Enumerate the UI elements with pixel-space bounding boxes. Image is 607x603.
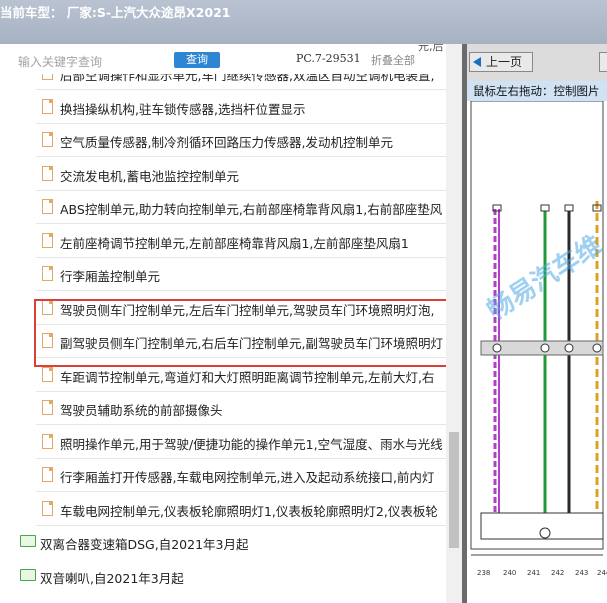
folder-icon: [20, 568, 36, 581]
wiring-diagram[interactable]: 238240241242243244 畅易汽车维: [467, 100, 607, 603]
tree-item-label: 车载电网控制单元,仪表板轮廓照明灯1,仪表板轮廓照明灯2,仪表板轮: [60, 503, 438, 519]
document-icon: [42, 165, 53, 181]
tree-item-label: 空气质量传感器,制冷剂循环回路压力传感器,发动机控制单元: [60, 135, 393, 150]
document-icon: [42, 366, 53, 382]
document-icon: [42, 400, 53, 415]
column-number: 241: [527, 569, 540, 577]
column-number: 244: [597, 569, 607, 577]
tree-item[interactable]: 空气质量传感器,制冷剂循环回路压力传感器,发动机控制单元: [0, 124, 446, 157]
next-page-button[interactable]: [599, 52, 607, 72]
document-icon: [42, 433, 53, 449]
prev-page-label: 上一页: [486, 55, 523, 69]
tree-item-label: 行李厢盖打开传感器,车载电网控制单元,进入及起动系统接口,前内灯: [60, 470, 435, 485]
prev-page-button[interactable]: 上一页: [469, 52, 533, 72]
tree-item-label: 驾驶员辅助系统的前部摄像头: [60, 403, 223, 418]
document-icon: [42, 232, 53, 248]
doc-code: PC.7-29531: [296, 52, 361, 65]
tree-item[interactable]: 照明操作单元,用于驾驶/便捷功能的操作单元1,空气湿度、雨水与光线: [0, 426, 446, 459]
tree-item-label: 照明操作单元,用于驾驶/便捷功能的操作单元1,空气湿度、雨水与光线: [60, 436, 443, 452]
connector-terminal: [540, 343, 550, 353]
search-input[interactable]: 输入关键字查询: [18, 53, 102, 70]
document-icon: [42, 266, 53, 281]
tree-item-label: 双离合器变速箱DSG,自2021年3月起: [40, 537, 249, 552]
document-icon: [42, 199, 53, 214]
diagram-frame: [470, 100, 604, 550]
viewer-pane: 上一页 鼠标左右拖动：控制图片 238240241242243244 畅易汽车维: [467, 44, 607, 603]
document-icon: [42, 98, 53, 114]
document-icon: [42, 132, 53, 147]
document-icon: [42, 467, 53, 482]
tree-folder[interactable]: 双离合器变速箱DSG,自2021年3月起: [0, 526, 446, 559]
connector-terminal: [592, 343, 602, 353]
viewer-toolbar: 上一页: [467, 44, 607, 81]
collapse-all-button[interactable]: 折叠全部: [371, 52, 415, 68]
tree-item-label: ABS控制单元,助力转向控制单元,右前部座椅靠背风扇1,右前部座垫风: [60, 202, 443, 217]
column-number: 243: [575, 569, 588, 577]
wiring-diagram-svg: 238 240 241 242 243 244: [470, 100, 607, 577]
connector-pin: [564, 204, 574, 212]
tree-folder[interactable]: 双音喇叭,自2021年3月起: [0, 560, 446, 593]
tree-item[interactable]: 换挡操纵机构,驻车锁传感器,选挡杆位置显示: [0, 91, 446, 124]
folder-icon: [20, 535, 36, 547]
tree-item-label: 双音喇叭,自2021年3月起: [40, 570, 184, 586]
scrollbar-thumb[interactable]: [449, 432, 459, 548]
tree-item-label: 交流发电机,蓄电池监控控制单元: [60, 168, 239, 184]
drag-hint: 鼠标左右拖动：控制图片: [467, 81, 607, 101]
window-title: 当前车型： 厂家:S-上汽大众途昂X2021: [0, 5, 231, 20]
clipped-label: 元,后: [418, 44, 444, 53]
connector-terminal: [492, 343, 502, 353]
tree-item-label: 行李厢盖控制单元: [60, 269, 161, 284]
column-number: 242: [551, 569, 564, 577]
title-bar: 当前车型： 厂家:S-上汽大众途昂X2021: [0, 0, 607, 44]
tree-item-label: 左前座椅调节控制单元,左前部座椅靠背风扇1,左前部座垫风扇1: [60, 235, 409, 251]
ground-symbol: [539, 527, 551, 539]
tree-item[interactable]: 交流发电机,蓄电池监控控制单元: [0, 158, 446, 191]
tree-item[interactable]: 驾驶员辅助系统的前部摄像头: [0, 392, 446, 425]
tree-item-label: 换挡操纵机构,驻车锁传感器,选挡杆位置显示: [60, 101, 306, 117]
tree-item-label: 车距调节控制单元,弯道灯和大灯照明距离调节控制单元,左前大灯,右: [60, 369, 435, 385]
query-button[interactable]: 查询: [174, 52, 220, 68]
vertical-scrollbar[interactable]: [446, 44, 462, 603]
tree-item[interactable]: 左前座椅调节控制单元,左前部座椅靠背风扇1,左前部座垫风扇1: [0, 225, 446, 258]
tree-item[interactable]: 车载电网控制单元,仪表板轮廓照明灯1,仪表板轮廓照明灯2,仪表板轮: [0, 493, 446, 526]
tree-item[interactable]: 行李厢盖打开传感器,车载电网控制单元,进入及起动系统接口,前内灯: [0, 459, 446, 492]
tree-item[interactable]: 行李厢盖控制单元: [0, 258, 446, 291]
column-number: 238: [477, 569, 490, 577]
tree-pane: 后部空调操作和显示单元,车门继续传感器,双温区自动空调机电装置, 换挡操纵机构,驻…: [0, 44, 462, 603]
search-bar: 输入关键字查询 查询 PC.7-29531 折叠全部 元,后: [0, 44, 462, 74]
tree-item[interactable]: ABS控制单元,助力转向控制单元,右前部座椅靠背风扇1,右前部座垫风: [0, 191, 446, 224]
connector-pin: [540, 204, 550, 212]
column-number: 240: [503, 569, 516, 577]
arrow-left-icon: [473, 57, 481, 67]
document-icon: [42, 500, 53, 516]
connector-terminal: [564, 343, 574, 353]
highlight-box: [34, 299, 461, 367]
